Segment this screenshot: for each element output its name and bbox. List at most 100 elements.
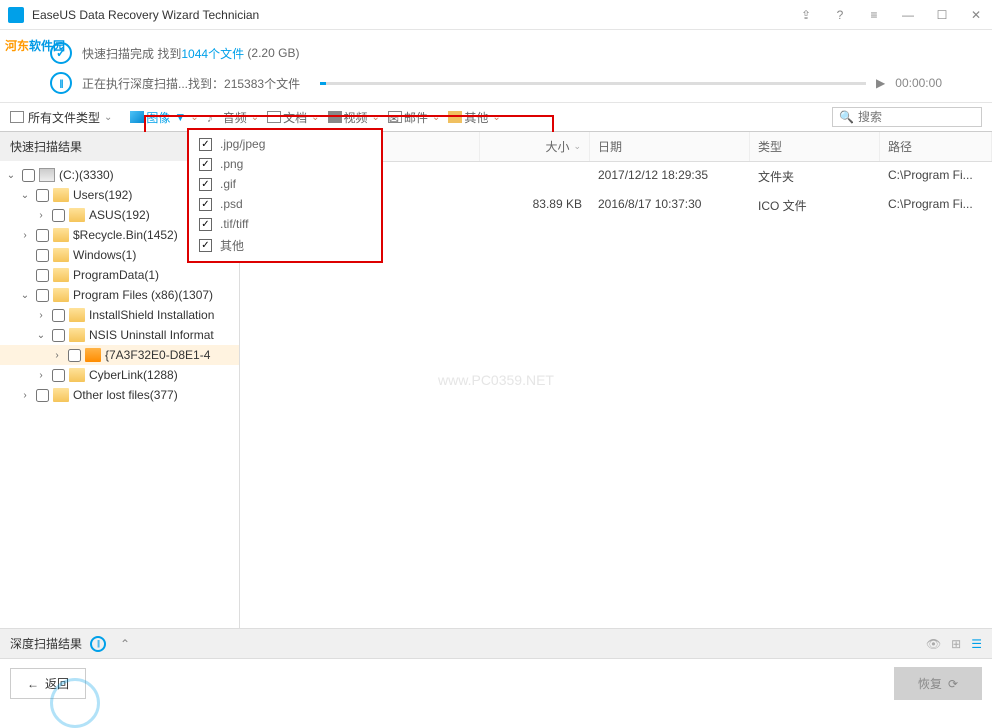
- folder-icon: [69, 368, 85, 382]
- filter-option[interactable]: .tif/tiff: [189, 214, 381, 234]
- tree-checkbox[interactable]: [52, 369, 65, 382]
- chevron-down-icon: ⌄: [432, 112, 440, 123]
- chevron-icon[interactable]: [34, 310, 48, 321]
- all-file-types[interactable]: 所有文件类型 ⌄: [10, 109, 112, 126]
- orange-folder-icon: [85, 348, 101, 362]
- drive-icon: [39, 168, 55, 182]
- category-mail[interactable]: ✉邮件⌄: [388, 109, 440, 126]
- chevron-icon[interactable]: [4, 170, 18, 181]
- filter-option[interactable]: 其他: [189, 234, 381, 257]
- mail-icon: ✉: [388, 111, 402, 123]
- expand-icon[interactable]: ⌃: [120, 637, 130, 651]
- filter-option[interactable]: .png: [189, 154, 381, 174]
- help-icon[interactable]: ?: [832, 8, 848, 22]
- chevron-icon[interactable]: [18, 230, 32, 241]
- tree-checkbox[interactable]: [68, 349, 81, 362]
- chevron-down-icon: ⌄: [104, 112, 112, 123]
- maximize-button[interactable]: ☐: [934, 8, 950, 22]
- category-audio[interactable]: ♪音频⌄: [207, 109, 259, 126]
- search-input[interactable]: [858, 110, 975, 124]
- chevron-icon[interactable]: [18, 190, 32, 201]
- recover-button[interactable]: 恢复 ⟳: [894, 667, 982, 700]
- tree-item[interactable]: ProgramData(1): [0, 265, 239, 285]
- chevron-icon[interactable]: [50, 350, 64, 361]
- search-icon: 🔍: [839, 110, 854, 124]
- progress-area: ▶ 00:00:00: [320, 76, 942, 90]
- category-img[interactable]: 图像▼⌄: [130, 109, 198, 126]
- checkbox-icon[interactable]: [199, 218, 212, 231]
- tree-checkbox[interactable]: [36, 269, 49, 282]
- img-icon: [130, 111, 144, 123]
- col-size[interactable]: 大小⌄: [480, 132, 590, 161]
- col-type[interactable]: 类型: [750, 132, 880, 161]
- folder-icon: [69, 308, 85, 322]
- category-other[interactable]: 其他⌄: [448, 109, 500, 126]
- tree-item[interactable]: Other lost files(377): [0, 385, 239, 405]
- filter-option[interactable]: .jpg/jpeg: [189, 134, 381, 154]
- tree-item[interactable]: NSIS Uninstall Informat: [0, 325, 239, 345]
- pause-icon[interactable]: [50, 72, 72, 94]
- chevron-icon[interactable]: [18, 390, 32, 401]
- tree-checkbox[interactable]: [36, 189, 49, 202]
- folder-icon: [53, 288, 69, 302]
- checkbox-icon[interactable]: [199, 158, 212, 171]
- play-icon[interactable]: ▶: [876, 76, 885, 90]
- view-eye-icon[interactable]: 👁: [926, 637, 941, 651]
- tree-item[interactable]: InstallShield Installation: [0, 305, 239, 325]
- filter-option[interactable]: .gif: [189, 174, 381, 194]
- image-filter-dropdown[interactable]: .jpg/jpeg.png.gif.psd.tif/tiff其他: [187, 128, 383, 263]
- tree-checkbox[interactable]: [52, 329, 65, 342]
- col-date[interactable]: 日期: [590, 132, 750, 161]
- checkbox-icon[interactable]: [199, 198, 212, 211]
- app-title: EaseUS Data Recovery Wizard Technician: [32, 8, 798, 22]
- checkbox-icon[interactable]: [199, 178, 212, 191]
- chevron-icon[interactable]: [18, 290, 32, 301]
- close-button[interactable]: ✕: [968, 8, 984, 22]
- minimize-button[interactable]: —: [900, 8, 916, 22]
- tree-item[interactable]: {7A3F32E0-D8E1-4: [0, 345, 239, 365]
- check-icon: [50, 42, 72, 64]
- tree-checkbox[interactable]: [36, 229, 49, 242]
- chevron-down-icon: ⌄: [311, 112, 319, 123]
- folder-icon: [69, 328, 85, 342]
- filter-option[interactable]: .psd: [189, 194, 381, 214]
- tree-checkbox[interactable]: [36, 249, 49, 262]
- back-button[interactable]: ← 返回: [10, 668, 86, 699]
- device-icon: [10, 111, 24, 123]
- filter-active-icon: ▼: [174, 110, 186, 124]
- folder-icon: [53, 248, 69, 262]
- tree-item[interactable]: Program Files (x86)(1307): [0, 285, 239, 305]
- doc-icon: [267, 111, 281, 123]
- chevron-icon[interactable]: [34, 210, 48, 221]
- chevron-icon[interactable]: [34, 370, 48, 381]
- status-section: 快速扫描完成 找到 1044个文件 (2.20 GB) 正在执行深度扫描... …: [0, 30, 992, 102]
- elapsed-time: 00:00:00: [895, 76, 942, 90]
- chevron-icon[interactable]: [34, 330, 48, 341]
- filter-bar: 所有文件类型 ⌄ 图像▼⌄ ♪音频⌄ 文档⌄ 视频⌄ ✉邮件⌄ 其他⌄ 🔍: [0, 102, 992, 132]
- folder-icon: [53, 268, 69, 282]
- deep-scan-panel-header[interactable]: 深度扫描结果 ⌃ 👁 ⊞ ☰: [0, 628, 992, 658]
- category-doc[interactable]: 文档⌄: [267, 109, 319, 126]
- view-list-icon[interactable]: ☰: [971, 637, 982, 651]
- col-path[interactable]: 路径: [880, 132, 992, 161]
- deep-pause-icon[interactable]: [90, 636, 106, 652]
- menu-icon[interactable]: ≡: [866, 8, 882, 22]
- tree-item[interactable]: CyberLink(1288): [0, 365, 239, 385]
- checkbox-icon[interactable]: [199, 138, 212, 151]
- tree-checkbox[interactable]: [52, 309, 65, 322]
- tree-checkbox[interactable]: [36, 389, 49, 402]
- tree-checkbox[interactable]: [22, 169, 35, 182]
- checkbox-icon[interactable]: [199, 239, 212, 252]
- folder-icon: [69, 208, 85, 222]
- back-arrow-icon: ←: [27, 677, 39, 691]
- progress-bar[interactable]: [320, 82, 866, 85]
- view-grid-icon[interactable]: ⊞: [951, 637, 961, 651]
- share-icon[interactable]: ⇪: [798, 8, 814, 22]
- tree-checkbox[interactable]: [52, 209, 65, 222]
- category-video[interactable]: 视频⌄: [328, 109, 380, 126]
- folder-icon: [53, 188, 69, 202]
- tree-checkbox[interactable]: [36, 289, 49, 302]
- search-box[interactable]: 🔍: [832, 107, 982, 127]
- sort-icon: ⌄: [573, 141, 581, 152]
- main-area: 快速扫描结果 (C:)(3330)Users(192)ASUS(192)$Rec…: [0, 132, 992, 628]
